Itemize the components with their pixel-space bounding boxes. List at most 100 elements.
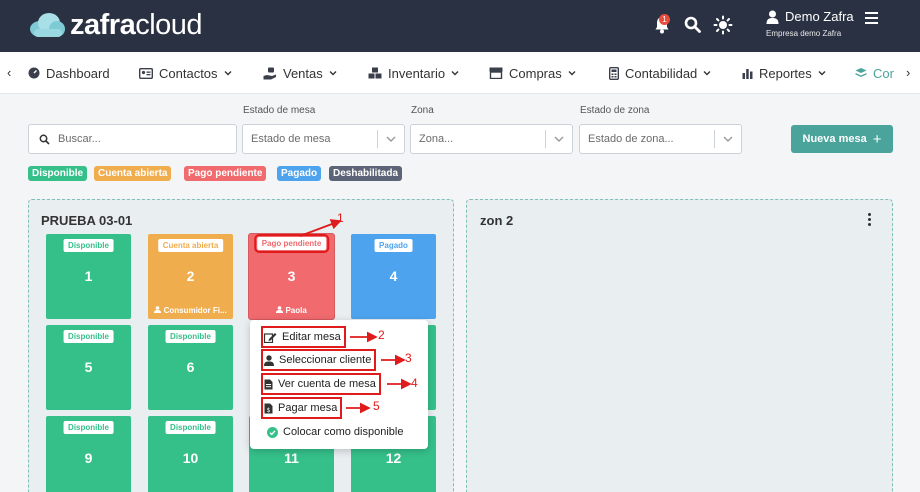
check-circle-icon	[267, 426, 278, 438]
search-icon[interactable]	[683, 15, 703, 35]
nav-item-inventario[interactable]: Inventario	[368, 52, 459, 94]
new-table-button[interactable]: Nueva mesa +	[791, 125, 893, 153]
status-badge: Disponible	[165, 330, 216, 343]
menu-item-editar-mesa[interactable]: Editar mesa	[261, 326, 346, 348]
layers-icon	[855, 68, 867, 77]
table-card[interactable]: Cuenta abierta 2 Consumidor Fi...	[148, 234, 233, 319]
theme-sun-icon[interactable]	[713, 15, 733, 35]
table-card[interactable]: Disponible 10	[148, 416, 233, 492]
table-number: 9	[84, 450, 93, 466]
chevron-down-icon	[224, 71, 232, 76]
bar-chart-icon	[742, 68, 753, 79]
table-number: 1	[84, 268, 93, 284]
table-card[interactable]: Disponible 1	[46, 234, 131, 319]
user-icon	[766, 10, 779, 24]
edit-icon	[264, 332, 277, 343]
chevron-down-icon	[703, 71, 711, 76]
table-number: 5	[84, 359, 93, 375]
logo-text: zafracloud	[70, 9, 203, 41]
status-badge: Disponible	[165, 421, 216, 434]
invoice-dollar-icon: $	[264, 403, 273, 414]
chevron-down-icon	[386, 136, 396, 142]
nav-item-dashboard[interactable]: Dashboard	[28, 52, 110, 94]
plus-icon: +	[872, 130, 882, 148]
table-card[interactable]: Disponible 9	[46, 416, 131, 492]
annotation-number: 3	[405, 351, 412, 365]
legend-pagado: Pagado	[277, 166, 322, 181]
status-badge: Disponible	[63, 239, 114, 252]
nav-item-contabilidad[interactable]: Contabilidad	[609, 52, 711, 94]
nav-item-reportes[interactable]: Reportes	[742, 52, 826, 94]
user-menu[interactable]: Demo Zafra Empresa demo Zafra	[766, 9, 854, 38]
menu-item-ver-cuenta[interactable]: Ver cuenta de mesa	[261, 373, 381, 395]
chevron-down-icon	[554, 136, 564, 142]
chevron-down-icon	[451, 71, 459, 76]
table-number: 11	[284, 450, 299, 466]
top-header: zafracloud 1 Demo Zafra Empresa demo Zaf…	[0, 0, 920, 52]
cloud-logo-icon	[30, 13, 65, 37]
table-card[interactable]: Disponible 5	[46, 325, 131, 410]
estado-mesa-label: Estado de mesa	[243, 105, 316, 116]
table-number: 4	[389, 268, 398, 284]
nav-item-contactos[interactable]: Contactos	[139, 52, 232, 94]
calculator-icon	[609, 66, 619, 80]
status-badge: Pago pendiente	[253, 234, 330, 253]
user-icon	[154, 306, 162, 313]
boxes-icon	[368, 67, 382, 79]
nav-item-ventas[interactable]: Ventas	[263, 52, 337, 94]
menu-item-seleccionar-cliente[interactable]: Seleccionar cliente	[260, 349, 377, 371]
legend-disponible: Disponible	[28, 166, 88, 181]
table-number: 12	[385, 450, 402, 466]
status-badge: Disponible	[63, 330, 114, 343]
user-icon	[264, 354, 274, 366]
table-client: Consumidor Fi...	[148, 306, 233, 315]
nav-item-compras[interactable]: Compras	[489, 52, 576, 94]
more-vertical-icon[interactable]	[868, 213, 872, 228]
table-number: 10	[182, 450, 199, 466]
company-name: Empresa demo Zafra	[766, 29, 842, 38]
annotation-number: 5	[373, 399, 380, 413]
table-client: Paola	[249, 306, 334, 315]
dashboard-icon	[28, 67, 40, 79]
menu-item-colocar-disponible[interactable]: Colocar como disponible	[267, 424, 403, 440]
zone-title: zon 2	[480, 213, 514, 228]
nav-item-cor[interactable]: Cor	[855, 52, 894, 94]
zafracloud-logo[interactable]: zafracloud	[28, 9, 203, 41]
estado-mesa-select[interactable]: Estado de mesa	[242, 124, 405, 154]
table-number: 6	[186, 359, 195, 375]
legend-deshabilitada: Deshabilitada	[329, 166, 403, 181]
chevron-down-icon	[568, 71, 576, 76]
annotation-number: 2	[378, 328, 385, 342]
nav-scroll-right-icon[interactable]: ›	[906, 65, 910, 80]
user-icon	[276, 306, 284, 313]
table-card[interactable]: Pagado 4	[351, 234, 436, 319]
zone-title: PRUEBA 03-01	[41, 213, 133, 228]
hamburger-menu-icon[interactable]	[865, 12, 878, 27]
annotation-number: 1	[337, 211, 344, 225]
store-icon	[489, 67, 503, 79]
table-number: 3	[287, 268, 296, 284]
search-input[interactable]: Buscar...	[28, 124, 237, 154]
legend-pago-pendiente: Pago pendiente	[184, 166, 267, 181]
search-icon	[39, 134, 50, 145]
status-badge: Pagado	[374, 239, 413, 252]
chevron-down-icon	[818, 71, 826, 76]
zona-select[interactable]: Zona...	[410, 124, 573, 154]
chevron-down-icon	[723, 136, 733, 142]
table-number: 2	[186, 268, 195, 284]
table-card[interactable]: Disponible 6	[148, 325, 233, 410]
zone-panel: zon 2	[466, 199, 893, 492]
annotation-number: 4	[411, 376, 418, 390]
main-nav: ‹ Dashboard Contactos Ventas Inventario	[0, 52, 920, 94]
table-card[interactable]: Pago pendiente 3 Paola	[249, 234, 334, 319]
legend-cuenta-abierta: Cuenta abierta	[94, 166, 172, 181]
contact-card-icon	[139, 67, 153, 79]
chevron-down-icon	[329, 71, 337, 76]
status-badge: Disponible	[63, 421, 114, 434]
hand-money-icon	[263, 67, 276, 79]
nav-scroll-left-icon[interactable]: ‹	[7, 65, 11, 80]
menu-item-pagar-mesa[interactable]: $ Pagar mesa	[260, 397, 343, 419]
svg-text:$: $	[267, 407, 271, 414]
status-badge: Cuenta abierta	[157, 239, 224, 252]
estado-zona-select[interactable]: Estado de zona...	[579, 124, 742, 154]
